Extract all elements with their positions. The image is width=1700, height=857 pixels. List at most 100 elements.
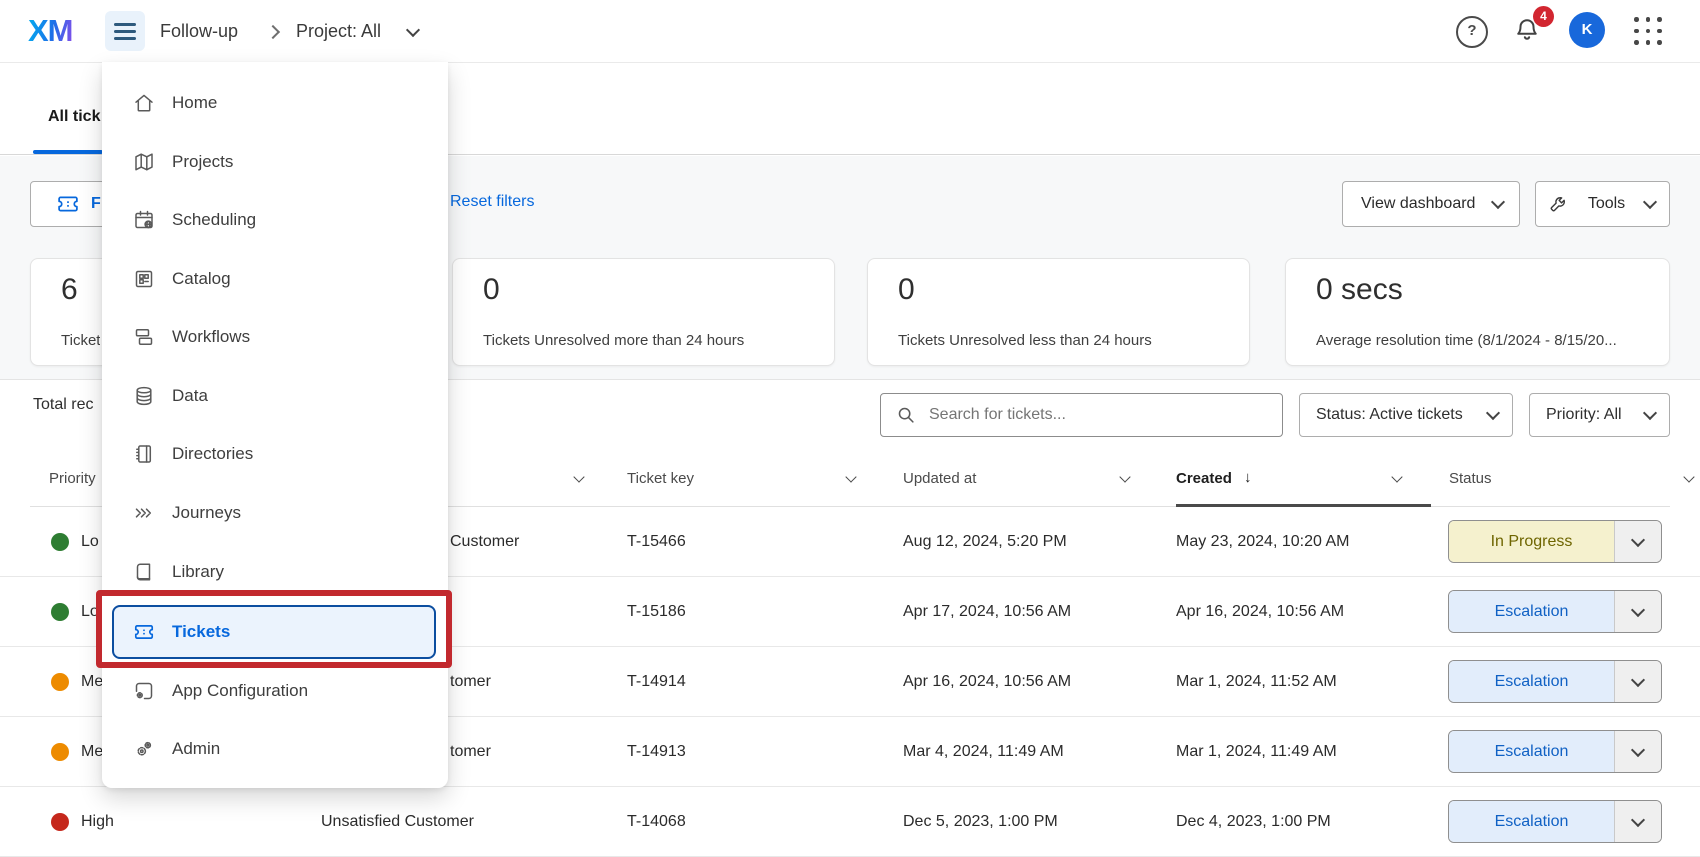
priority-dot: [51, 603, 69, 621]
priority-dot: [51, 673, 69, 691]
chevron-down-icon[interactable]: [406, 23, 420, 37]
column-header-priority[interactable]: Priority: [49, 470, 96, 487]
tab-all-tickets[interactable]: All tick: [48, 108, 100, 126]
tools-label: Tools: [1588, 195, 1625, 213]
breadcrumb-separator-icon: [266, 25, 280, 39]
priority-dot: [51, 533, 69, 551]
created-at: Dec 4, 2023, 1:00 PM: [1176, 787, 1331, 857]
column-menu-chevron-icon[interactable]: [845, 471, 856, 482]
column-menu-chevron-icon[interactable]: [1119, 471, 1130, 482]
column-header-status[interactable]: Status: [1449, 470, 1492, 487]
priority-label: Me: [81, 717, 103, 787]
menu-item-library[interactable]: Library: [102, 550, 448, 594]
xm-logo: XM: [28, 13, 73, 49]
stat-card-avg-resolution: 0 secs Average resolution time (8/1/2024…: [1285, 258, 1670, 366]
column-header-ticket-key[interactable]: Ticket key: [627, 470, 694, 487]
reset-filters-link[interactable]: Reset filters: [450, 193, 534, 211]
chevron-down-icon: [1486, 406, 1500, 420]
search-input[interactable]: [927, 405, 1282, 425]
workflows-icon: [132, 325, 156, 349]
help-button[interactable]: ?: [1456, 16, 1488, 48]
menu-item-journeys[interactable]: Journeys: [102, 491, 448, 535]
created-at: Mar 1, 2024, 11:52 AM: [1176, 647, 1337, 717]
ticket-name: Customer: [450, 507, 519, 577]
stat-label: Ticket: [61, 332, 100, 349]
menu-item-home[interactable]: Home: [102, 81, 448, 125]
updated-at: Apr 17, 2024, 10:56 AM: [903, 577, 1071, 647]
projects-icon: [132, 150, 156, 174]
updated-at: Dec 5, 2023, 1:00 PM: [903, 787, 1058, 857]
chevron-down-icon: [1643, 406, 1657, 420]
menu-item-directories[interactable]: Directories: [102, 432, 448, 476]
top-bar: XM Follow-up Project: All ? 4 K: [0, 0, 1700, 63]
stat-label: Tickets Unresolved more than 24 hours: [483, 332, 744, 349]
stat-card-unresolved-more-24h: 0 Tickets Unresolved more than 24 hours: [452, 258, 835, 366]
ticket-key: T-15466: [627, 507, 686, 577]
menu-item-workflows[interactable]: Workflows: [102, 315, 448, 359]
status-badge[interactable]: Escalation: [1448, 660, 1662, 703]
search-icon: [895, 404, 917, 426]
status-chevron[interactable]: [1614, 731, 1661, 772]
menu-item-catalog[interactable]: Catalog: [102, 257, 448, 301]
library-icon: [132, 560, 156, 584]
stat-value: 6: [61, 273, 78, 307]
stat-label: Average resolution time (8/1/2024 - 8/15…: [1316, 332, 1617, 349]
ticket-key: T-15186: [627, 577, 686, 647]
ticket-name: Unsatisfied Customer: [321, 787, 474, 857]
status-chevron[interactable]: [1614, 591, 1661, 632]
priority-dot: [51, 813, 69, 831]
app-config-icon: [132, 679, 156, 703]
status-badge[interactable]: In Progress: [1448, 520, 1662, 563]
column-menu-chevron-icon[interactable]: [1391, 471, 1402, 482]
column-menu-chevron-icon[interactable]: [573, 471, 584, 482]
wrench-icon: [1548, 194, 1568, 214]
breadcrumb-project-dropdown[interactable]: Project: All: [296, 0, 381, 62]
menu-item-data[interactable]: Data: [102, 374, 448, 418]
column-header-created[interactable]: Created ↓: [1176, 470, 1232, 487]
stat-card-unresolved-less-24h: 0 Tickets Unresolved less than 24 hours: [867, 258, 1250, 366]
created-at: May 23, 2024, 10:20 AM: [1176, 507, 1349, 577]
data-icon: [132, 384, 156, 408]
sort-descending-icon: ↓: [1244, 469, 1252, 486]
status-chevron[interactable]: [1614, 661, 1661, 702]
status-filter-dropdown[interactable]: Status: Active tickets: [1299, 393, 1513, 437]
notification-badge: 4: [1533, 6, 1554, 27]
table-row: High Unsatisfied Customer T-14068 Dec 5,…: [0, 787, 1700, 857]
view-dashboard-button[interactable]: View dashboard: [1342, 181, 1520, 227]
menu-item-admin[interactable]: Admin: [102, 727, 448, 771]
column-header-updated-at[interactable]: Updated at: [903, 470, 976, 487]
view-dashboard-label: View dashboard: [1361, 195, 1475, 213]
updated-at: Aug 12, 2024, 5:20 PM: [903, 507, 1067, 577]
global-nav-menu: Home Projects Scheduling Catalog: [102, 62, 448, 788]
menu-item-scheduling[interactable]: Scheduling: [102, 198, 448, 242]
journeys-icon: [132, 501, 156, 525]
status-badge[interactable]: Escalation: [1448, 730, 1662, 773]
home-icon: [132, 91, 156, 115]
avatar[interactable]: K: [1569, 12, 1605, 48]
directories-icon: [132, 442, 156, 466]
stat-value: 0: [483, 273, 500, 307]
status-chevron[interactable]: [1614, 801, 1661, 842]
menu-item-app-configuration[interactable]: App Configuration: [102, 669, 448, 713]
tools-button[interactable]: Tools: [1535, 181, 1670, 227]
status-badge[interactable]: Escalation: [1448, 800, 1662, 843]
apps-grid-button[interactable]: [1634, 17, 1663, 46]
filter-button-label: F: [91, 195, 101, 213]
column-menu-chevron-icon[interactable]: [1683, 471, 1694, 482]
status-badge[interactable]: Escalation: [1448, 590, 1662, 633]
status-chevron[interactable]: [1614, 521, 1661, 562]
ticket-name: tomer: [450, 647, 491, 717]
created-at: Mar 1, 2024, 11:49 AM: [1176, 717, 1337, 787]
hamburger-menu-button[interactable]: [105, 11, 145, 51]
updated-at: Mar 4, 2024, 11:49 AM: [903, 717, 1064, 787]
updated-at: Apr 16, 2024, 10:56 AM: [903, 647, 1071, 717]
priority-filter-label: Priority: All: [1546, 406, 1622, 424]
created-at: Apr 16, 2024, 10:56 AM: [1176, 577, 1344, 647]
priority-filter-dropdown[interactable]: Priority: All: [1529, 393, 1670, 437]
priority-label: Me: [81, 647, 103, 717]
scheduling-icon: [132, 208, 156, 232]
active-tab-underline: [33, 150, 103, 154]
menu-item-projects[interactable]: Projects: [102, 140, 448, 184]
menu-item-tickets[interactable]: Tickets: [102, 610, 448, 654]
chevron-down-icon: [1491, 195, 1505, 209]
